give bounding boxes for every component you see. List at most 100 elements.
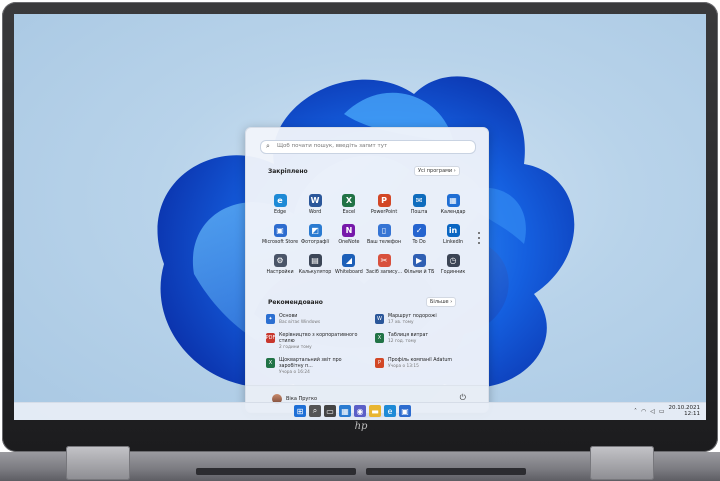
calculator-icon: ▤ bbox=[308, 254, 322, 267]
system-tray: ˄ ◠ ◁ ▭ 20.10.2021 12:11 bbox=[634, 405, 700, 417]
laptop-frame: ⌕ Щоб почати пошук, введіть запит тут За… bbox=[0, 0, 720, 481]
chat-icon[interactable]: ◉ bbox=[354, 405, 366, 417]
right-hinge bbox=[590, 446, 654, 480]
pinned-app-label: Ваш телефон bbox=[366, 240, 402, 245]
recommended-subtitle: 17 хв. тому bbox=[388, 320, 414, 325]
search-icon: ⌕ bbox=[266, 142, 270, 150]
pinned-app[interactable]: ✉ Пошта bbox=[402, 194, 436, 215]
movies-icon: ▶ bbox=[412, 254, 426, 267]
explorer-icon[interactable]: ▬ bbox=[369, 405, 381, 417]
all-apps-button[interactable]: Усі програми › bbox=[414, 166, 460, 176]
page-indicator[interactable] bbox=[478, 232, 481, 247]
pinned-app[interactable]: ▶ Фільми й ТБ bbox=[402, 254, 436, 275]
mail-icon: ✉ bbox=[412, 194, 426, 207]
more-button[interactable]: Більше › bbox=[426, 297, 457, 307]
store-icon: ▣ bbox=[273, 224, 287, 237]
volume-icon[interactable]: ◁ bbox=[650, 408, 655, 415]
pinned-app[interactable]: N OneNote bbox=[332, 224, 366, 245]
phone-icon: ▯ bbox=[377, 224, 391, 237]
powerpoint-doc-icon: P bbox=[375, 358, 384, 368]
powerpoint-icon: P bbox=[377, 194, 391, 207]
battery-icon[interactable]: ▭ bbox=[659, 408, 665, 415]
recommended-item[interactable]: W Маршрут подорожі 17 хв. тому bbox=[375, 314, 476, 325]
pinned-app[interactable]: ▣ Microsoft Store bbox=[262, 224, 298, 245]
word-doc-icon: W bbox=[375, 314, 384, 324]
pinned-app-label: Фотографії bbox=[300, 240, 330, 245]
pinned-app-label: Excel bbox=[342, 210, 356, 215]
settings-icon: ⚙ bbox=[273, 254, 287, 267]
pinned-app[interactable]: ▦ Календар bbox=[436, 194, 470, 215]
excel-doc-icon: X bbox=[266, 358, 275, 368]
pinned-app-label: OneNote bbox=[338, 240, 360, 245]
pinned-app-label: Калькулятор bbox=[298, 270, 332, 275]
recommended-title: Керівництво з корпоративного стилю bbox=[279, 333, 358, 344]
tips-icon: ✦ bbox=[266, 314, 275, 324]
start-search-box[interactable]: ⌕ Щоб почати пошук, введіть запит тут bbox=[260, 140, 476, 154]
pinned-app[interactable]: ▯ Ваш телефон bbox=[366, 224, 402, 245]
pinned-app[interactable]: W Word bbox=[298, 194, 332, 215]
clock[interactable]: 20.10.2021 12:11 bbox=[669, 405, 701, 417]
word-icon: W bbox=[308, 194, 322, 207]
task-view-icon[interactable]: ▭ bbox=[324, 405, 336, 417]
pinned-app-label: Засіб запису... bbox=[365, 270, 403, 275]
pinned-app[interactable]: ▤ Калькулятор bbox=[298, 254, 332, 275]
pinned-app-label: LinkedIn bbox=[442, 240, 464, 245]
pinned-app-label: Фільми й ТБ bbox=[403, 270, 435, 275]
pinned-app[interactable]: in LinkedIn bbox=[436, 224, 470, 245]
taskbar-icons: ⊞ ⌕ ▭ ▦ ◉ ▬ e ▣ bbox=[294, 405, 411, 417]
pinned-app[interactable]: X Excel bbox=[332, 194, 366, 215]
desktop: ⌕ Щоб почати пошук, введіть запит тут За… bbox=[14, 14, 706, 420]
recommended-subtitle: 2 години тому bbox=[279, 345, 312, 350]
clock-icon: ◷ bbox=[446, 254, 460, 267]
hp-logo: hp bbox=[354, 421, 368, 432]
recommended-item[interactable]: X Таблиця витрат 12 год. тому bbox=[375, 333, 476, 350]
recommended-item[interactable]: PDF Керівництво з корпоративного стилю 2 г… bbox=[266, 333, 367, 350]
recommended-subtitle: 12 год. тому bbox=[388, 339, 417, 344]
pinned-title: Закріплено bbox=[268, 168, 308, 175]
pinned-app-label: Microsoft Store bbox=[262, 240, 299, 245]
pinned-app[interactable]: ✂ Засіб запису... bbox=[366, 254, 402, 275]
taskbar: ⊞ ⌕ ▭ ▦ ◉ ▬ e ▣ ˄ ◠ ◁ ▭ 20.10.2021 12:11 bbox=[14, 402, 706, 420]
edge-taskbar-icon[interactable]: e bbox=[384, 405, 396, 417]
pinned-app[interactable]: ⚙ Настройки bbox=[262, 254, 298, 275]
pinned-app[interactable]: P PowerPoint bbox=[366, 194, 402, 215]
recommended-item[interactable]: P Профіль компанії Adatum Учора о 13:15 bbox=[375, 358, 476, 375]
pinned-app-label: Годинник bbox=[440, 270, 466, 275]
recommended-item[interactable]: ✦ Основи Вас вітає Windows bbox=[266, 314, 367, 325]
snipping-icon: ✂ bbox=[377, 254, 391, 267]
recommended-title: Рекомендовано bbox=[268, 299, 323, 306]
recommended-subtitle: Учора о 16:24 bbox=[279, 370, 310, 375]
calendar-icon: ▦ bbox=[446, 194, 460, 207]
pinned-app-label: Настройки bbox=[266, 270, 294, 275]
edge-icon: e bbox=[273, 194, 287, 207]
left-hinge bbox=[66, 446, 130, 480]
right-vent bbox=[366, 468, 526, 475]
onenote-icon: N bbox=[342, 224, 356, 237]
left-vent bbox=[196, 468, 356, 475]
pinned-app[interactable]: ◷ Годинник bbox=[436, 254, 470, 275]
pinned-app-label: Word bbox=[308, 210, 322, 215]
wifi-icon[interactable]: ◠ bbox=[641, 408, 646, 415]
pinned-app[interactable]: ◩ Фотографії bbox=[298, 224, 332, 245]
clock-time: 12:11 bbox=[684, 411, 700, 417]
widgets-icon[interactable]: ▦ bbox=[339, 405, 351, 417]
pinned-apps-grid: e Edge W Word X Excel P PowerPoint ✉ Пошта ▦ Календ… bbox=[262, 194, 470, 275]
pinned-app[interactable]: ◢ Whiteboard bbox=[332, 254, 366, 275]
excel-icon: X bbox=[342, 194, 356, 207]
excel-doc-icon: X bbox=[375, 333, 384, 343]
chevron-up-icon[interactable]: ˄ bbox=[634, 408, 637, 415]
pinned-app-label: Whiteboard bbox=[335, 270, 363, 275]
pinned-app[interactable]: ✓ To Do bbox=[402, 224, 436, 245]
search-placeholder: Щоб почати пошук, введіть запит тут bbox=[277, 143, 388, 149]
photos-icon: ◩ bbox=[308, 224, 322, 237]
store-taskbar-icon[interactable]: ▣ bbox=[399, 405, 411, 417]
pinned-app-label: Пошта bbox=[410, 210, 428, 215]
start-icon[interactable]: ⊞ bbox=[294, 405, 306, 417]
recommended-subtitle: Вас вітає Windows bbox=[279, 320, 321, 325]
pinned-app[interactable]: e Edge bbox=[262, 194, 298, 215]
pinned-app-label: PowerPoint bbox=[370, 210, 398, 215]
recommended-item[interactable]: X Щоквартальний звіт про заробітну п... Уч… bbox=[266, 358, 367, 375]
pdf-icon: PDF bbox=[265, 333, 276, 343]
pinned-app-label: Edge bbox=[273, 210, 287, 215]
search-icon[interactable]: ⌕ bbox=[309, 405, 321, 417]
